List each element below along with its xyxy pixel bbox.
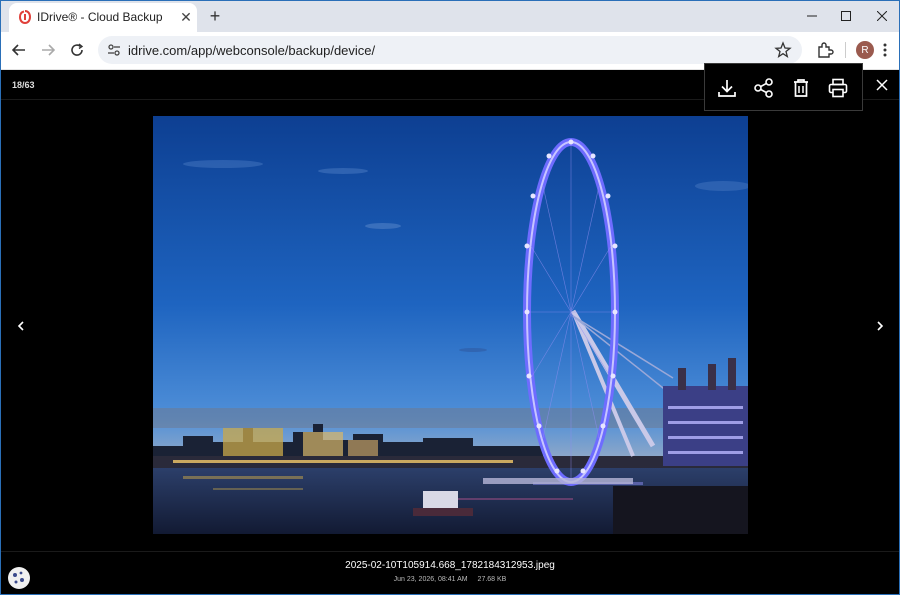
forward-icon[interactable] xyxy=(36,38,60,62)
toolbar-separator xyxy=(845,42,846,58)
file-size: 27.68 KB xyxy=(477,576,507,583)
file-name: 2025-02-10T105914.668_1782184312953.jpeg xyxy=(345,560,555,571)
viewer-bottom-divider xyxy=(1,551,899,552)
browser-window: IDrive® - Cloud Backup ✕ + idrive.com/ap… xyxy=(0,0,900,595)
download-icon[interactable] xyxy=(716,77,738,99)
preview-image xyxy=(153,116,748,534)
site-info-icon[interactable] xyxy=(106,42,122,58)
address-bar[interactable]: idrive.com/app/webconsole/backup/device/ xyxy=(98,36,802,64)
file-date: Jun 23, 2026, 08:41 AM xyxy=(393,576,468,583)
browser-menu-icon[interactable] xyxy=(879,40,891,60)
viewer-action-bar xyxy=(704,63,863,111)
previous-image-icon[interactable] xyxy=(15,320,27,332)
bookmark-star-icon[interactable] xyxy=(774,41,792,59)
delete-icon[interactable] xyxy=(790,77,812,99)
next-image-icon[interactable] xyxy=(874,320,886,332)
browser-tab[interactable]: IDrive® - Cloud Backup ✕ xyxy=(9,3,197,32)
window-close-icon[interactable] xyxy=(865,1,899,31)
idrive-logo-icon xyxy=(18,10,32,24)
tab-strip: IDrive® - Cloud Backup ✕ + xyxy=(1,1,899,32)
image-viewer: 18/63 2025-02-10T105914.668_178218431295… xyxy=(1,63,899,594)
image-counter: 18/63 xyxy=(12,80,35,90)
back-icon[interactable] xyxy=(7,38,31,62)
tab-title: IDrive® - Cloud Backup xyxy=(37,10,163,24)
share-icon[interactable] xyxy=(753,77,775,99)
url-text: idrive.com/app/webconsole/backup/device/ xyxy=(128,43,376,58)
minimize-icon[interactable] xyxy=(795,1,829,31)
file-meta: Jun 23, 2026, 08:41 AM 27.68 KB xyxy=(1,576,899,583)
extensions-icon[interactable] xyxy=(815,40,835,60)
cookie-settings-icon[interactable] xyxy=(7,566,31,590)
viewer-close-icon[interactable] xyxy=(875,78,889,92)
profile-avatar[interactable]: R xyxy=(856,41,874,59)
print-icon[interactable] xyxy=(827,77,849,99)
new-tab-icon[interactable]: + xyxy=(205,6,225,26)
maximize-icon[interactable] xyxy=(829,1,863,31)
reload-icon[interactable] xyxy=(65,38,89,62)
tab-close-icon[interactable]: ✕ xyxy=(178,9,194,25)
